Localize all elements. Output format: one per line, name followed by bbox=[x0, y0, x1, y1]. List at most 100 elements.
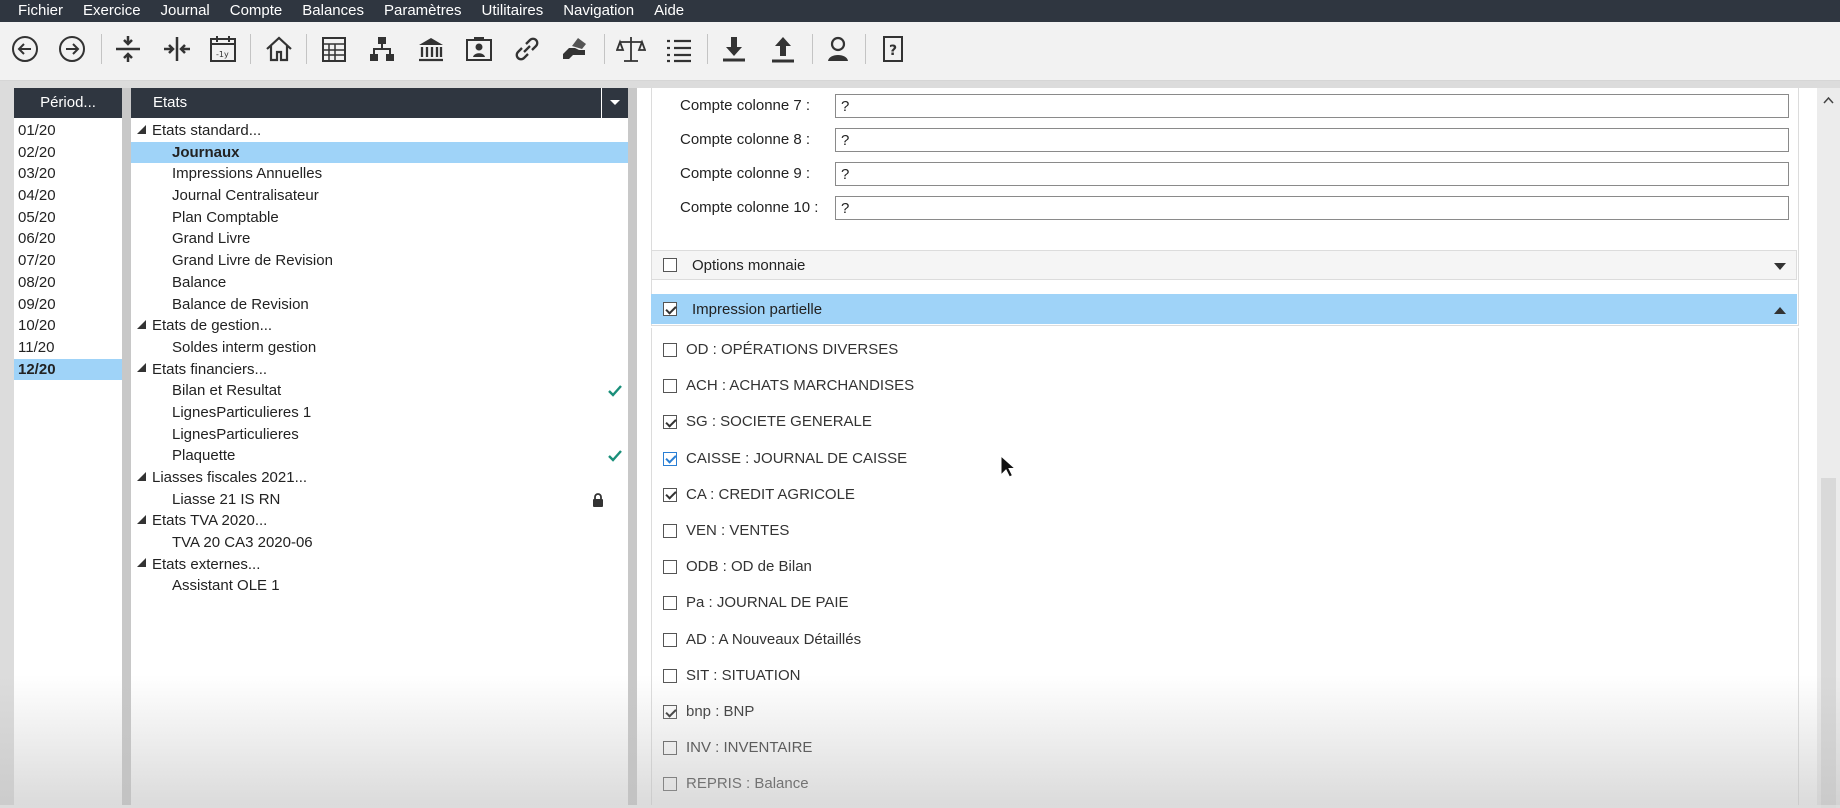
journal-checkbox[interactable] bbox=[663, 415, 677, 430]
menu-fichier[interactable]: Fichier bbox=[0, 0, 73, 22]
period-item[interactable]: 07/20 bbox=[14, 250, 122, 272]
period-item[interactable]: 10/20 bbox=[14, 315, 122, 337]
menu-compte[interactable]: Compte bbox=[220, 0, 293, 22]
journal-checkbox[interactable] bbox=[663, 632, 677, 647]
splitter-left[interactable] bbox=[122, 88, 131, 805]
tree-item[interactable]: Liasse 21 IS RN bbox=[131, 489, 628, 511]
period-item[interactable]: 02/20 bbox=[14, 142, 122, 164]
period-item[interactable]: 04/20 bbox=[14, 185, 122, 207]
column-9-input[interactable] bbox=[835, 162, 1789, 186]
expanded-triangle-icon[interactable] bbox=[137, 558, 146, 568]
period-item[interactable]: 03/20 bbox=[14, 163, 122, 185]
chevron-down-icon[interactable] bbox=[1774, 263, 1786, 271]
etats-dropdown-button[interactable] bbox=[601, 88, 628, 118]
menu-aide[interactable]: Aide bbox=[644, 0, 694, 22]
home-icon[interactable] bbox=[263, 32, 295, 66]
tree-item[interactable]: Journaux bbox=[131, 141, 628, 164]
upload-icon[interactable] bbox=[767, 32, 799, 66]
period-item[interactable]: 09/20 bbox=[14, 294, 122, 316]
tree-group[interactable]: Etats standard... bbox=[131, 120, 628, 142]
tree-item[interactable]: Journal Centralisateur bbox=[131, 185, 628, 207]
expanded-triangle-icon[interactable] bbox=[137, 471, 146, 481]
period-item[interactable]: 11/20 bbox=[14, 337, 122, 359]
column-10-input[interactable] bbox=[835, 196, 1789, 220]
expanded-triangle-icon[interactable] bbox=[137, 363, 146, 373]
calendar-minus-year-icon[interactable]: -1y bbox=[207, 32, 239, 66]
contact-card-icon[interactable] bbox=[463, 32, 495, 66]
tree-item[interactable]: Grand Livre bbox=[131, 228, 628, 250]
journal-item[interactable]: SG : SOCIETE GENERALE bbox=[652, 410, 1252, 434]
org-chart-icon[interactable] bbox=[366, 32, 398, 66]
journal-checkbox[interactable] bbox=[663, 705, 677, 719]
expanded-triangle-icon[interactable] bbox=[137, 514, 146, 524]
journal-checkbox[interactable] bbox=[663, 451, 677, 466]
journal-item[interactable]: OD : OPÉRATIONS DIVERSES bbox=[652, 338, 1252, 362]
journal-checkbox[interactable] bbox=[663, 524, 677, 538]
tree-group[interactable]: Etats financiers... bbox=[131, 359, 628, 381]
journal-item[interactable]: ACH : ACHATS MARCHANDISES bbox=[652, 374, 1252, 398]
journal-checkbox[interactable] bbox=[663, 487, 677, 502]
expanded-triangle-icon[interactable] bbox=[137, 319, 146, 329]
hand-money-icon[interactable] bbox=[559, 32, 591, 66]
journal-checkbox[interactable] bbox=[663, 560, 677, 575]
journal-checkbox[interactable] bbox=[663, 596, 677, 611]
journal-item[interactable]: INV : INVENTAIRE bbox=[652, 736, 1252, 760]
journal-item[interactable]: AD : A Nouveaux Détaillés bbox=[652, 628, 1252, 652]
vertical-scrollbar[interactable] bbox=[1817, 88, 1840, 808]
expanded-triangle-icon[interactable] bbox=[137, 124, 146, 134]
bank-icon[interactable] bbox=[415, 32, 447, 66]
journal-item[interactable]: VEN : VENTES bbox=[652, 519, 1252, 543]
menu-parametres[interactable]: Paramètres bbox=[374, 0, 472, 22]
tree-item[interactable]: Soldes interm gestion bbox=[131, 337, 628, 359]
tree-group[interactable]: Etats externes... bbox=[131, 554, 628, 576]
menu-journal[interactable]: Journal bbox=[151, 0, 220, 22]
period-item[interactable]: 05/20 bbox=[14, 207, 122, 229]
journal-checkbox[interactable] bbox=[663, 343, 677, 357]
menu-navigation[interactable]: Navigation bbox=[553, 0, 644, 22]
tree-group[interactable]: Etats de gestion... bbox=[131, 315, 628, 337]
period-item[interactable]: 01/20 bbox=[14, 120, 122, 142]
journal-item[interactable]: CAISSE : JOURNAL DE CAISSE bbox=[652, 447, 1252, 471]
tree-item[interactable]: TVA 20 CA3 2020-06 bbox=[131, 532, 628, 554]
journal-checkbox[interactable] bbox=[663, 668, 677, 683]
column-7-input[interactable] bbox=[835, 94, 1789, 118]
download-icon[interactable] bbox=[718, 32, 750, 66]
tree-group[interactable]: Etats TVA 2020... bbox=[131, 510, 628, 532]
journal-checkbox[interactable] bbox=[663, 741, 677, 756]
tree-item[interactable]: LignesParticulieres bbox=[131, 424, 628, 446]
scrollbar-thumb[interactable] bbox=[1821, 478, 1836, 808]
tree-item[interactable]: Assistant OLE 1 bbox=[131, 575, 628, 597]
tree-group[interactable]: Liasses fiscales 2021... bbox=[131, 467, 628, 489]
journal-checkbox[interactable] bbox=[663, 777, 677, 792]
menu-utilitaires[interactable]: Utilitaires bbox=[472, 0, 554, 22]
options-monnaie-checkbox[interactable] bbox=[663, 258, 677, 272]
journal-item[interactable]: REPRIS : Balance bbox=[652, 772, 1252, 796]
chevron-up-icon[interactable] bbox=[1774, 307, 1786, 315]
impression-partielle-section[interactable]: Impression partielle bbox=[651, 294, 1797, 324]
tree-item[interactable]: Impressions Annuelles bbox=[131, 163, 628, 185]
tree-item[interactable]: Grand Livre de Revision bbox=[131, 250, 628, 272]
link-icon[interactable] bbox=[511, 32, 543, 66]
tree-item[interactable]: Balance de Revision bbox=[131, 294, 628, 316]
period-item[interactable]: 06/20 bbox=[14, 228, 122, 250]
period-item-selected[interactable]: 12/20 bbox=[14, 358, 122, 381]
calculator-grid-icon[interactable] bbox=[318, 32, 350, 66]
impression-partielle-checkbox[interactable] bbox=[663, 302, 677, 316]
back-icon[interactable] bbox=[9, 32, 41, 66]
forward-icon[interactable] bbox=[56, 32, 88, 66]
menu-balances[interactable]: Balances bbox=[292, 0, 374, 22]
list-icon[interactable] bbox=[663, 32, 695, 66]
period-item[interactable]: 08/20 bbox=[14, 272, 122, 294]
splitter-right[interactable] bbox=[628, 88, 637, 805]
journal-item[interactable]: CA : CREDIT AGRICOLE bbox=[652, 483, 1252, 507]
collapse-columns-icon[interactable] bbox=[161, 32, 193, 66]
tree-item[interactable]: Plan Comptable bbox=[131, 207, 628, 229]
journal-item[interactable]: bnp : BNP bbox=[652, 700, 1252, 724]
user-icon[interactable] bbox=[822, 32, 854, 66]
journal-checkbox[interactable] bbox=[663, 379, 677, 394]
tree-item[interactable]: Plaquette bbox=[131, 445, 628, 467]
help-icon[interactable]: ? bbox=[877, 32, 909, 66]
journal-item[interactable]: ODB : OD de Bilan bbox=[652, 555, 1252, 579]
tree-item[interactable]: LignesParticulieres 1 bbox=[131, 402, 628, 424]
tree-item[interactable]: Balance bbox=[131, 272, 628, 294]
